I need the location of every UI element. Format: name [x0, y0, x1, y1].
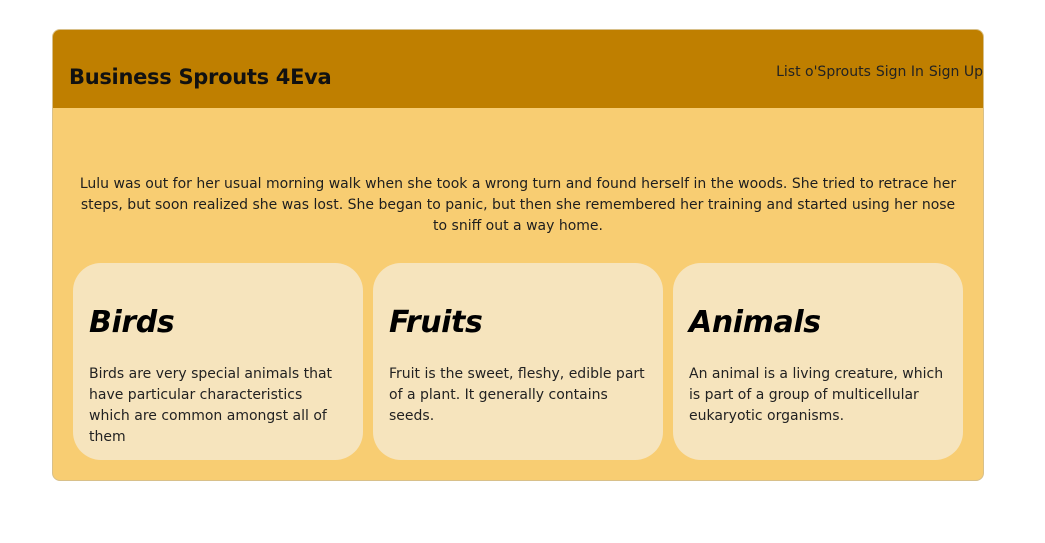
card-birds: Birds Birds are very special animals tha… [73, 263, 363, 460]
header-bar: Business Sprouts 4Eva List o'Sprouts Sig… [53, 30, 983, 108]
card-list: Birds Birds are very special animals tha… [73, 263, 963, 460]
card-text: An animal is a living creature, which is… [689, 366, 944, 424]
card-title: Birds [89, 305, 175, 340]
card-animals: Animals An animal is a living creature, … [673, 263, 963, 460]
card-text: Fruit is the sweet, fleshy, edible part … [389, 366, 645, 424]
nav-link-sign-in[interactable]: Sign In [876, 64, 924, 80]
card-fruits: Fruits Fruit is the sweet, fleshy, edibl… [373, 263, 663, 460]
app-container: Business Sprouts 4Eva List o'Sprouts Sig… [52, 29, 984, 481]
nav-link-sign-up[interactable]: Sign Up [929, 64, 983, 80]
card-title: Fruits [389, 305, 483, 340]
intro-text: Lulu was out for her usual morning walk … [79, 176, 957, 234]
main-nav: List o'Sprouts Sign In Sign Up [776, 64, 983, 80]
card-title: Animals [689, 305, 821, 340]
card-text: Birds are very special animals that have… [89, 366, 333, 445]
brand-title: Business Sprouts 4Eva [69, 65, 332, 89]
nav-link-list-sprouts[interactable]: List o'Sprouts [776, 64, 871, 80]
